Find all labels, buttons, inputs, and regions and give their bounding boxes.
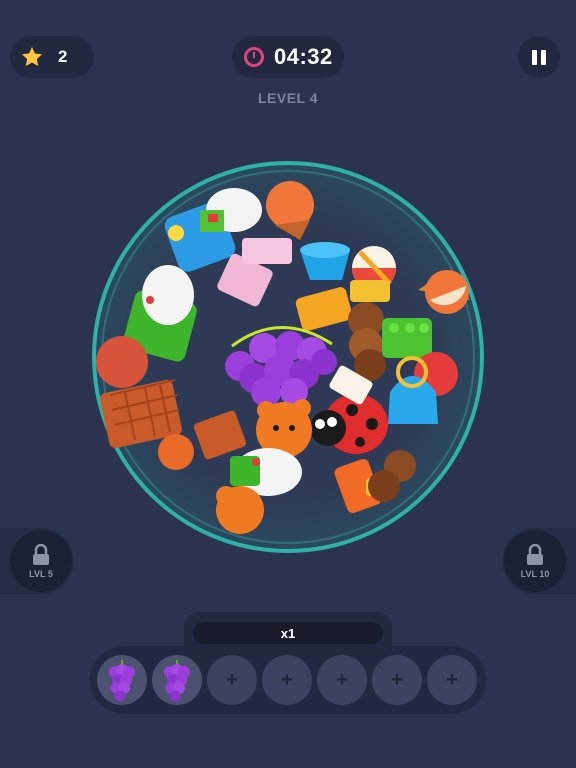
tray-slot-3[interactable]: + [207,655,257,705]
green-brick-object[interactable] [382,318,432,358]
locked-level-label: LVL 5 [29,568,53,579]
tray-slot-2[interactable] [152,655,202,705]
tray-slot-6[interactable]: + [372,655,422,705]
lock-icon [33,543,49,565]
lock-icon [527,543,543,565]
grapes-icon [109,660,135,702]
lock-badge: LVL 5 [10,530,72,592]
combo-multiplier: x1 [193,622,383,644]
grapes-icon [164,660,190,702]
tray-slot-1[interactable] [97,655,147,705]
locked-level-5[interactable]: LVL 5 [0,528,74,594]
lock-badge: LVL 10 [504,530,566,592]
locked-level-label: LVL 10 [520,568,550,579]
red-balloon-object[interactable] [96,336,148,388]
tray-slot-7[interactable]: + [427,655,477,705]
locked-level-10[interactable]: LVL 10 [502,528,576,594]
tray-slot-5[interactable]: + [317,655,367,705]
tray-slot-4[interactable]: + [262,655,312,705]
